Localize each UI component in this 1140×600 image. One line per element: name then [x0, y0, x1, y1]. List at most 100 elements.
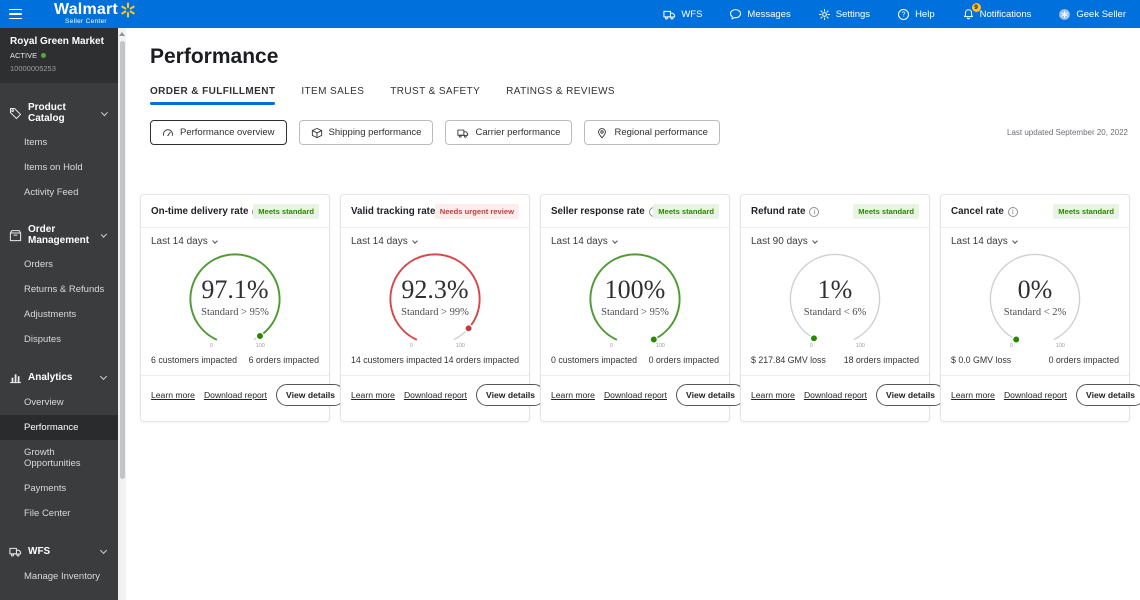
metric-card: Refund rate i Meets standard Last 90 day… — [740, 194, 946, 422]
period-dropdown[interactable]: Last 14 days — [941, 228, 1129, 247]
right-stat: 14 orders impacted — [443, 355, 519, 365]
hamburger-menu-icon[interactable] — [0, 0, 30, 28]
status-badge: Meets standard — [653, 204, 719, 219]
sidebar-item-overview[interactable]: Overview — [0, 390, 118, 415]
topnav-help[interactable]: ? Help — [897, 8, 935, 21]
gauge-chart: 0 100 1% Standard < 6% — [771, 248, 899, 350]
sidebar-header-analytics[interactable]: Analytics — [0, 365, 118, 390]
sidebar-section-product-catalog: Product Catalog Items Items on Hold Activit… — [0, 96, 118, 205]
view-details-button[interactable]: View details — [1076, 384, 1140, 406]
topnav-geek-seller[interactable]: Geek Seller — [1058, 8, 1126, 21]
filter-shipping-performance[interactable]: Shipping performance — [298, 120, 434, 145]
view-details-button[interactable]: View details — [676, 384, 746, 406]
status-badge: Meets standard — [853, 204, 919, 219]
filter-performance-overview[interactable]: Performance overview — [150, 120, 287, 145]
sidebar-section-label: WFS — [28, 546, 51, 557]
account-name: Royal Green Market — [10, 36, 104, 47]
sidebar-item-file-center[interactable]: File Center — [0, 501, 118, 526]
sidebar-item-items[interactable]: Items — [0, 130, 118, 155]
sidebar-header-product-catalog[interactable]: Product Catalog — [0, 96, 118, 130]
chevron-down-icon — [211, 237, 218, 244]
info-icon[interactable]: i — [1007, 206, 1018, 217]
walmart-seller-center-logo[interactable]: Walmart Seller Center — [54, 2, 136, 26]
tag-icon — [9, 107, 22, 120]
download-report-link[interactable]: Download report — [804, 390, 867, 400]
card-title: Refund rate — [751, 206, 806, 217]
download-report-link[interactable]: Download report — [404, 390, 467, 400]
walmart-spark-icon — [120, 2, 136, 23]
sidebar-item-returns-refunds[interactable]: Returns & Refunds — [0, 277, 118, 302]
view-details-button[interactable]: View details — [476, 384, 546, 406]
topnav-settings[interactable]: Settings — [818, 8, 870, 21]
gauge-value: 92.3% — [401, 275, 469, 304]
sidebar-section-analytics: Analytics Overview Performance Growth Oppor… — [0, 365, 118, 526]
topnav-label: Help — [915, 8, 935, 20]
sidebar-section-wfs: WFS Manage Inventory — [0, 539, 118, 589]
download-report-link[interactable]: Download report — [204, 390, 267, 400]
scrollbar-thumb[interactable] — [119, 41, 125, 479]
svg-text:0: 0 — [210, 343, 213, 349]
topnav-label: Notifications — [979, 8, 1032, 20]
learn-more-link[interactable]: Learn more — [551, 390, 595, 400]
sidebar-item-disputes[interactable]: Disputes — [0, 327, 118, 352]
tab-bar: ORDER & FULFILLMENT ITEM SALES TRUST & SAF… — [150, 86, 1140, 105]
topnav-wfs[interactable]: WFS — [663, 8, 702, 21]
pin-icon — [596, 127, 608, 139]
sidebar-item-manage-inventory[interactable]: Manage Inventory — [0, 564, 118, 589]
account-block[interactable]: Royal Green Market ACTIVE 10000005253 — [0, 28, 118, 83]
info-icon[interactable]: i — [809, 206, 820, 217]
sidebar-item-orders[interactable]: Orders — [0, 252, 118, 277]
left-stat: 0 customers impacted — [551, 355, 638, 365]
view-details-button[interactable]: View details — [876, 384, 946, 406]
sidebar-section-label: Product Catalog — [28, 102, 66, 124]
scrollbar-up-arrow-icon[interactable] — [119, 32, 125, 36]
download-report-link[interactable]: Download report — [604, 390, 667, 400]
filter-carrier-performance[interactable]: Carrier performance — [445, 120, 573, 145]
card-title: Valid tracking rate — [351, 206, 436, 217]
sidebar-section-order-management: Order Management Orders Returns & Refunds A… — [0, 218, 118, 352]
svg-text:0: 0 — [1010, 343, 1013, 349]
tab-ratings-reviews[interactable]: RATINGS & REVIEWS — [506, 86, 615, 105]
sidebar-section-label: Order Management — [28, 224, 90, 246]
learn-more-link[interactable]: Learn more — [151, 390, 195, 400]
topnav-label: Settings — [835, 8, 871, 20]
period-label: Last 14 days — [151, 236, 208, 247]
topnav-notifications[interactable]: 9 Notifications — [962, 2, 1032, 21]
help-icon: ? — [897, 8, 910, 21]
sidebar-scrollbar[interactable] — [118, 28, 126, 600]
learn-more-link[interactable]: Learn more — [751, 390, 795, 400]
chevron-down-icon — [100, 108, 108, 116]
period-dropdown[interactable]: Last 90 days — [741, 228, 929, 247]
gauge-icon — [162, 127, 174, 139]
gauge-chart: 0 100 0% Standard < 2% — [971, 248, 1099, 350]
tab-order-fulfillment[interactable]: ORDER & FULFILLMENT — [150, 86, 276, 105]
sidebar-item-performance[interactable]: Performance — [0, 415, 118, 440]
right-stat: 18 orders impacted — [843, 355, 919, 365]
sidebar-header-order-management[interactable]: Order Management — [0, 218, 118, 252]
filter-label: Performance overview — [180, 127, 275, 138]
topnav-label: Messages — [747, 8, 791, 20]
sidebar-item-payments[interactable]: Payments — [0, 476, 118, 501]
svg-text:100: 100 — [256, 343, 265, 349]
chevron-down-icon — [811, 237, 818, 244]
sidebar-item-adjustments[interactable]: Adjustments — [0, 302, 118, 327]
period-dropdown[interactable]: Last 14 days — [141, 228, 329, 247]
topnav-messages[interactable]: Messages — [729, 8, 791, 21]
tab-item-sales[interactable]: ITEM SALES — [301, 86, 364, 105]
download-report-link[interactable]: Download report — [1004, 390, 1067, 400]
gauge-value: 1% — [817, 275, 853, 304]
filter-regional-performance[interactable]: Regional performance — [584, 120, 720, 145]
sidebar-item-activity-feed[interactable]: Activity Feed — [0, 180, 118, 205]
period-dropdown[interactable]: Last 14 days — [541, 228, 729, 247]
sidebar-item-items-on-hold[interactable]: Items on Hold — [0, 155, 118, 180]
svg-text:0: 0 — [610, 343, 613, 349]
learn-more-link[interactable]: Learn more — [951, 390, 995, 400]
learn-more-link[interactable]: Learn more — [351, 390, 395, 400]
last-updated-text: Last updated September 20, 2022 — [1007, 128, 1128, 137]
period-dropdown[interactable]: Last 14 days — [341, 228, 529, 247]
tab-trust-safety[interactable]: TRUST & SAFETY — [390, 86, 480, 105]
view-details-button[interactable]: View details — [276, 384, 346, 406]
card-title: On-time delivery rate — [151, 206, 249, 217]
sidebar-header-wfs[interactable]: WFS — [0, 539, 118, 564]
sidebar-item-growth-opportunities[interactable]: Growth Opportunities — [0, 440, 118, 476]
